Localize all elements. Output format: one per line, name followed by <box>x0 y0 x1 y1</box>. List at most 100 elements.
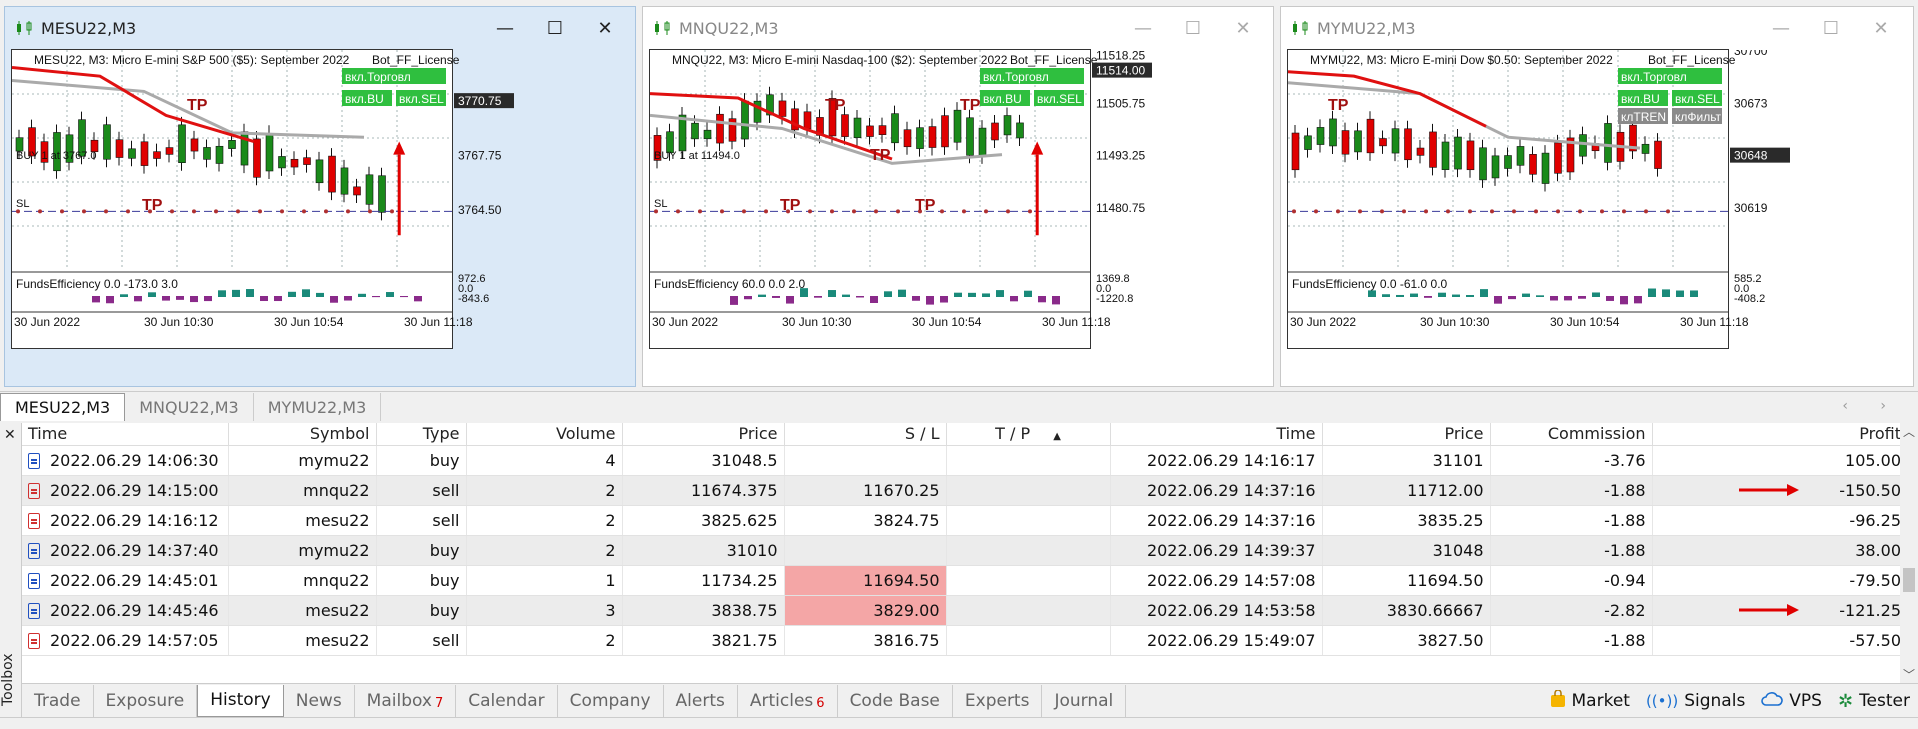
minimize-button[interactable]: — <box>1761 7 1801 49</box>
tab-mailbox[interactable]: Mailbox 7 <box>355 684 457 717</box>
col-symbol[interactable]: Symbol <box>228 423 377 446</box>
cell-close-time: 2022.06.29 14:37:16 <box>1110 505 1323 536</box>
time-axis-label: 30 Jun 11:18 <box>404 315 473 329</box>
histogram-bar <box>330 296 338 303</box>
sort-up-icon: ▲ <box>1053 431 1061 443</box>
tab-calendar[interactable]: Calendar <box>456 684 558 717</box>
cell-time: 2022.06.29 14:45:01 <box>22 565 229 596</box>
col-close-price[interactable]: Price <box>1322 423 1491 446</box>
close-icon[interactable]: ✕ <box>4 427 16 443</box>
histogram-bar <box>162 296 170 301</box>
cell-symbol-value: mymu22 <box>298 450 370 470</box>
col-time[interactable]: Time <box>22 423 229 446</box>
maximize-button[interactable]: ☐ <box>1173 7 1213 49</box>
close-button[interactable]: ✕ <box>1223 7 1263 49</box>
cell-type: sell <box>376 475 467 506</box>
bull-candle <box>215 145 224 164</box>
level-dot <box>1358 209 1362 214</box>
toolbox-sidebar: ✕ Toolbox <box>0 423 22 729</box>
minimize-button[interactable]: — <box>485 7 525 49</box>
level-dot <box>1666 209 1670 214</box>
bull-candle <box>203 147 211 160</box>
cell-commission: -1.88 <box>1490 475 1653 506</box>
cell-close-time-value: 2022.06.29 14:37:16 <box>1146 510 1316 530</box>
cell-volume: 2 <box>466 625 623 656</box>
tab-articles[interactable]: Articles 6 <box>738 684 838 717</box>
cell-time: 2022.06.29 14:57:05 <box>22 625 229 656</box>
chart-tab-mesu22[interactable]: MESU22,M3 <box>0 393 126 421</box>
cell-symbol: mnqu22 <box>228 565 377 596</box>
col-tp-label: T / P <box>995 424 1031 444</box>
table-row[interactable]: 2022.06.29 14:16:12 mesu22 sell 2 3825.625 38… <box>22 505 1908 536</box>
level-dot <box>1578 209 1582 214</box>
table-row[interactable]: 2022.06.29 14:57:05 mesu22 sell 2 3821.75 381… <box>22 625 1908 656</box>
cell-time-value: 2022.06.29 14:16:12 <box>50 510 219 530</box>
tab-experts[interactable]: Experts <box>953 684 1043 717</box>
tab-exposure[interactable]: Exposure <box>94 684 198 717</box>
scroll-thumb[interactable] <box>1903 568 1915 592</box>
table-row[interactable]: 2022.06.29 14:45:46 mesu22 buy 3 3838.75 3829… <box>22 595 1908 626</box>
chart-plot-area[interactable]: MNQU22, M3: Micro E-mini Nasdaq-100 ($2)… <box>649 49 1152 349</box>
price-scale-label: 11480.75 <box>1096 201 1145 215</box>
table-row[interactable]: 2022.06.29 14:45:01 mnqu22 buy 1 11734.25 116… <box>22 565 1908 596</box>
chart-label: SL <box>16 198 29 210</box>
histogram-bar <box>358 293 366 297</box>
level-dot <box>170 209 174 214</box>
level-dot <box>830 209 834 214</box>
time-axis-label: 30 Jun 10:54 <box>1550 315 1620 329</box>
close-button[interactable]: ✕ <box>585 7 625 49</box>
histogram-bar <box>1522 293 1530 297</box>
scroll-down-icon[interactable]: ﹀ <box>1903 666 1915 683</box>
chart-tab-mnqu22[interactable]: MNQU22,M3 <box>125 393 254 421</box>
tab-company[interactable]: Company <box>558 684 664 717</box>
maximize-button[interactable]: ☐ <box>1811 7 1851 49</box>
cell-type: buy <box>376 595 467 626</box>
col-price[interactable]: Price <box>622 423 785 446</box>
col-profit[interactable]: Profit <box>1652 423 1908 446</box>
vps-link[interactable]: VPS <box>1761 691 1822 712</box>
cell-type-value: buy <box>429 570 460 590</box>
ea-button-label: вкл.Торговл <box>1621 70 1687 84</box>
level-dot <box>368 209 372 214</box>
market-link[interactable]: Market <box>1550 688 1630 713</box>
table-row[interactable]: 2022.06.29 14:15:00 mnqu22 sell 2 11674.375 1… <box>22 475 1908 506</box>
col-type[interactable]: Type <box>376 423 467 446</box>
level-dot <box>1622 209 1626 214</box>
col-commission[interactable]: Commission <box>1490 423 1653 446</box>
close-button[interactable]: ✕ <box>1861 7 1901 49</box>
cell-symbol-value: mnqu22 <box>303 570 370 590</box>
scroll-up-icon[interactable]: ︿ <box>1903 423 1915 440</box>
tester-link[interactable]: ✲ Tester <box>1838 691 1910 712</box>
tab-code-base[interactable]: Code Base <box>838 684 953 717</box>
table-row[interactable]: 2022.06.29 14:06:30 mymu22 buy 4 31048.5 2022… <box>22 445 1908 476</box>
chart-tab-mymu22[interactable]: MYMU22,M3 <box>254 393 382 421</box>
bear-candle <box>841 114 849 137</box>
chart-plot-area[interactable]: MESU22, M3: Micro E-mini S&P 500 ($5): S… <box>11 49 514 349</box>
col-volume[interactable]: Volume <box>466 423 623 446</box>
chart-window-mesu22[interactable]: MESU22,M3 — ☐ ✕ MESU22, M3: Micro E-mini… <box>4 6 636 387</box>
table-row[interactable]: 2022.06.29 14:37:40 mymu22 buy 2 31010 2022.0… <box>22 535 1908 566</box>
tab-scroll-arrows[interactable]: ‹ › <box>1842 398 1900 414</box>
minimize-button[interactable]: — <box>1123 7 1163 49</box>
bear-candle <box>1291 132 1300 171</box>
col-tp[interactable]: T / P ▲ <box>946 423 1111 446</box>
histogram-bar <box>814 296 822 298</box>
maximize-button[interactable]: ☐ <box>535 7 575 49</box>
price-scale-label: 11505.75 <box>1096 96 1145 110</box>
tab-trade[interactable]: Trade <box>22 684 94 717</box>
tab-history[interactable]: History <box>197 684 284 717</box>
history-scrollbar[interactable]: ︿ ﹀ <box>1900 423 1918 683</box>
tab-alerts[interactable]: Alerts <box>664 684 738 717</box>
histogram-bar <box>302 289 310 297</box>
col-close-time[interactable]: Time <box>1110 423 1323 446</box>
col-sl[interactable]: S / L <box>784 423 947 446</box>
signals-link[interactable]: ((•)) Signals <box>1646 691 1745 711</box>
chart-window-mymu22[interactable]: MYMU22,M3 — ☐ ✕ MYMU22, M3: Micro E-mini… <box>1280 6 1914 387</box>
chart-window-mnqu22[interactable]: MNQU22,M3 — ☐ ✕ MNQU22, M3: Micro E-mini… <box>642 6 1274 387</box>
chart-plot-area[interactable]: MYMU22, M3: Micro E-mini Dow $0.50: Sept… <box>1287 49 1790 349</box>
bull-candle <box>1316 127 1325 145</box>
tab-label: Exposure <box>105 690 185 711</box>
tab-journal[interactable]: Journal <box>1042 684 1127 717</box>
tab-news[interactable]: News <box>284 684 355 717</box>
market-label: Market <box>1571 691 1630 711</box>
